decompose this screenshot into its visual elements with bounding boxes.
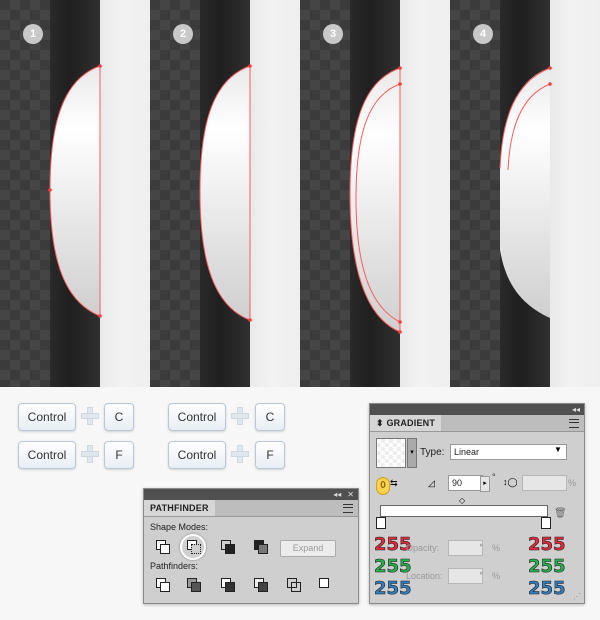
location-field[interactable] bbox=[448, 568, 483, 584]
plus-icon bbox=[231, 445, 249, 463]
reverse-gradient-icon[interactable]: ⇆ bbox=[390, 478, 400, 488]
panel-titlebar: ◂◂ ✕ bbox=[144, 489, 358, 500]
intersect-icon[interactable] bbox=[221, 540, 235, 554]
location-dropdown-icon[interactable]: ▸ bbox=[480, 569, 484, 577]
opacity-label: Opacity: bbox=[406, 543, 440, 553]
opacity-dropdown-icon[interactable]: ▸ bbox=[480, 541, 484, 549]
divide-icon[interactable] bbox=[156, 578, 170, 592]
type-label: Type: bbox=[420, 447, 445, 458]
opacity-field[interactable] bbox=[448, 540, 483, 556]
collapse-icon[interactable]: ◂◂ bbox=[572, 405, 580, 414]
collapse-icon[interactable]: ◂◂ bbox=[333, 490, 341, 499]
control-key: Control bbox=[18, 441, 76, 469]
control-key: Control bbox=[168, 441, 226, 469]
angle-field[interactable]: 90 bbox=[448, 475, 483, 491]
illustration-strip: 1 2 3 4 bbox=[0, 0, 600, 387]
step-number-badge: 2 bbox=[173, 24, 193, 44]
left-color-stop[interactable] bbox=[376, 517, 386, 529]
gradient-slider[interactable] bbox=[380, 505, 548, 517]
expand-button[interactable]: Expand bbox=[280, 540, 336, 557]
trim-icon[interactable] bbox=[187, 578, 201, 592]
resize-grip-icon[interactable]: ⋰ bbox=[573, 592, 581, 601]
degree-symbol: ° bbox=[492, 472, 496, 482]
gradient-panel: ◂◂ ⬍ GRADIENT ▾ Type: Linear ▼ 0 ⇆ ◿ 90 … bbox=[369, 403, 585, 604]
aspect-ratio-field[interactable] bbox=[522, 475, 567, 491]
panel-titlebar: ◂◂ bbox=[370, 404, 584, 415]
step-panel-4: 4 bbox=[450, 0, 600, 387]
minus-front-icon[interactable] bbox=[187, 540, 201, 554]
pathfinders-label: Pathfinders: bbox=[150, 561, 199, 571]
panel-menu-icon[interactable] bbox=[569, 419, 579, 428]
location-percent: % bbox=[492, 571, 501, 581]
f-key: F bbox=[104, 441, 134, 469]
right-blue-value: 255 bbox=[528, 578, 566, 600]
exclude-icon[interactable] bbox=[254, 540, 268, 554]
type-select[interactable]: Linear bbox=[450, 444, 567, 460]
midpoint-diamond-icon[interactable]: ◇ bbox=[459, 496, 465, 505]
aspect-ratio-icon: ↕◯ bbox=[503, 477, 518, 487]
c-key: C bbox=[255, 403, 285, 431]
minus-back-icon[interactable] bbox=[319, 578, 333, 592]
step-panel-1: 1 bbox=[0, 0, 150, 387]
outline-icon[interactable] bbox=[287, 578, 301, 592]
unite-icon[interactable] bbox=[156, 540, 170, 554]
step-marker: 0 bbox=[376, 477, 390, 495]
panel-menu-icon[interactable] bbox=[343, 504, 353, 513]
gradient-title: GRADIENT bbox=[386, 418, 436, 428]
trash-icon[interactable]: 🗑 bbox=[554, 508, 567, 519]
half-ellipse-shape bbox=[48, 64, 102, 318]
shape-modes-label: Shape Modes: bbox=[150, 522, 209, 532]
plus-icon bbox=[81, 407, 99, 425]
step-panel-2: 2 bbox=[150, 0, 300, 387]
c-key: C bbox=[104, 403, 134, 431]
step-panel-3: 3 bbox=[300, 0, 450, 387]
pathfinder-panel: ◂◂ ✕ PATHFINDER Shape Modes: Expand Path… bbox=[143, 488, 359, 604]
step-number-badge: 1 bbox=[23, 24, 43, 44]
plus-icon bbox=[81, 445, 99, 463]
left-blue-value: 255 bbox=[374, 578, 412, 600]
step-number-badge: 4 bbox=[473, 24, 493, 44]
chevron-down-icon[interactable]: ▼ bbox=[554, 445, 562, 454]
right-green-value: 255 bbox=[528, 556, 566, 578]
control-key: Control bbox=[168, 403, 226, 431]
right-color-stop[interactable] bbox=[541, 517, 551, 529]
merge-icon[interactable] bbox=[221, 578, 235, 592]
gradient-swatch[interactable] bbox=[376, 438, 406, 468]
percent-symbol: % bbox=[568, 478, 577, 488]
opacity-percent: % bbox=[492, 543, 501, 553]
control-key: Control bbox=[18, 403, 76, 431]
half-ellipse-shape bbox=[349, 66, 402, 334]
swatch-dropdown-icon[interactable]: ▾ bbox=[407, 438, 417, 468]
tab-pathfinder[interactable]: PATHFINDER bbox=[144, 500, 215, 516]
right-red-value: 255 bbox=[528, 534, 566, 556]
f-key: F bbox=[255, 441, 285, 469]
crop-icon[interactable] bbox=[254, 578, 268, 592]
angle-icon: ◿ bbox=[428, 478, 435, 488]
step-number-badge: 3 bbox=[323, 24, 343, 44]
half-ellipse-shape bbox=[499, 66, 552, 318]
tab-gradient[interactable]: ⬍ GRADIENT bbox=[370, 415, 442, 431]
angle-dropdown-icon[interactable]: ▸ bbox=[480, 476, 490, 492]
plus-icon bbox=[231, 407, 249, 425]
close-icon[interactable]: ✕ bbox=[347, 490, 354, 499]
half-ellipse-shape bbox=[199, 64, 252, 322]
location-label: Location: bbox=[406, 571, 443, 581]
